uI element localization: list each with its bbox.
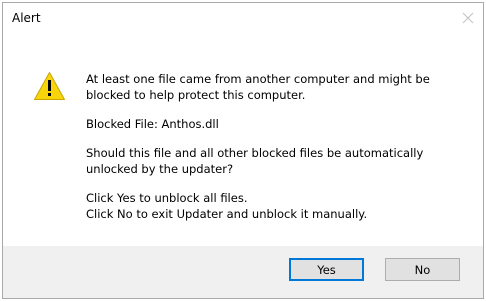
button-bar: Yes No <box>3 246 483 298</box>
no-button[interactable]: No <box>385 258 460 281</box>
message-paragraph-origin: At least one file came from another comp… <box>86 72 430 102</box>
message-text: At least one file came from another comp… <box>86 71 471 235</box>
warning-icon <box>33 71 66 101</box>
alert-dialog: Alert At least one file came from anothe… <box>2 2 484 299</box>
message-paragraph-blocked-file: Blocked File: Anthos.dll <box>86 117 219 131</box>
window-title: Alert <box>12 11 41 25</box>
close-icon[interactable] <box>457 7 479 29</box>
dialog-content: At least one file came from another comp… <box>3 33 483 248</box>
message-paragraph-question: Should this file and all other blocked f… <box>86 146 424 176</box>
message-paragraph-instructions: Click Yes to unblock all files. Click No… <box>86 191 368 221</box>
title-bar[interactable]: Alert <box>3 3 483 33</box>
yes-button[interactable]: Yes <box>289 258 364 281</box>
